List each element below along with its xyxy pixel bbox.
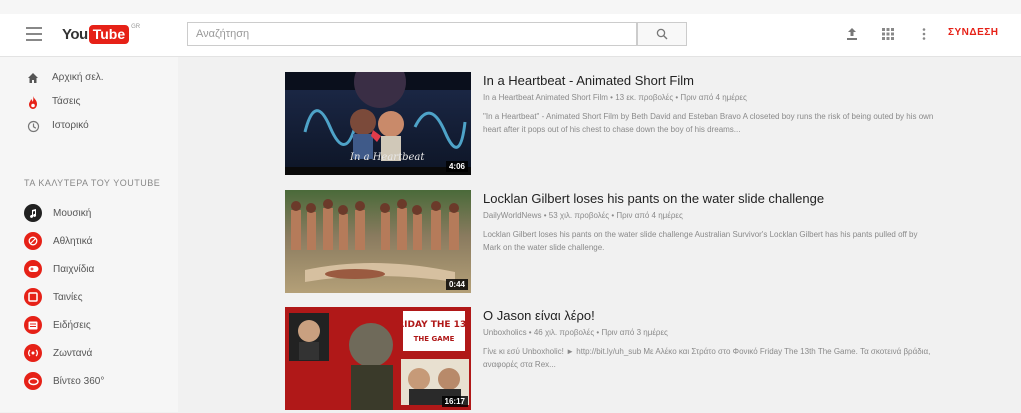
sidebar: Αρχική σελ. Τάσεις Ιστορικό ΤΑ ΚΑΛΥΤΕΡΑ … bbox=[0, 57, 178, 412]
video-thumbnail[interactable]: 0:44 bbox=[285, 190, 471, 293]
sidebar-item-label: Ταινίες bbox=[53, 292, 83, 303]
video-title[interactable]: Ο Jason είναι λέρο! bbox=[483, 308, 595, 323]
video-title[interactable]: In a Heartbeat - Animated Short Film bbox=[483, 73, 694, 88]
top-header: You Tube GR ΣΥΝΔΕΣΗ bbox=[0, 14, 1021, 57]
sidebar-item-home[interactable]: Αρχική σελ. bbox=[0, 66, 178, 90]
search-button[interactable] bbox=[637, 22, 687, 46]
video-duration: 16:17 bbox=[441, 396, 468, 407]
sidebar-item-label: Ιστορικό bbox=[52, 120, 89, 131]
logo-you-text: You bbox=[62, 25, 88, 43]
video-title[interactable]: Locklan Gilbert loses his pants on the w… bbox=[483, 191, 824, 206]
video-thumbnail[interactable]: In a Heartbeat 4:06 bbox=[285, 72, 471, 175]
logo-tube-text: Tube bbox=[88, 24, 130, 44]
history-icon bbox=[25, 118, 41, 134]
sidebar-item-label: Βίντεο 360° bbox=[53, 376, 105, 387]
sidebar-item-movies[interactable]: Ταινίες bbox=[0, 285, 178, 309]
video-meta: Unboxholics • 46 χιλ. προβολές • Πριν απ… bbox=[483, 328, 668, 337]
sidebar-item-label: Ζωντανά bbox=[53, 348, 93, 359]
more-vertical-icon[interactable] bbox=[916, 26, 932, 42]
video-item: FRIDAY THE 13th THE GAME 16:17 Ο Jason ε… bbox=[285, 307, 945, 413]
svg-text:THE GAME: THE GAME bbox=[414, 335, 455, 343]
sidebar-section-title: ΤΑ ΚΑΛΥΤΕΡΑ ΤΟΥ YOUTUBE bbox=[24, 178, 161, 188]
sidebar-item-label: Αθλητικά bbox=[53, 236, 93, 247]
video-duration: 4:06 bbox=[445, 161, 468, 172]
sidebar-item-label: Παιχνίδια bbox=[53, 264, 95, 275]
thumbnail-image: In a Heartbeat bbox=[285, 72, 471, 175]
sidebar-item-news[interactable]: Ειδήσεις bbox=[0, 313, 178, 337]
search-input[interactable] bbox=[187, 22, 637, 46]
thumbnail-image: FRIDAY THE 13th THE GAME bbox=[285, 307, 471, 410]
sidebar-item-trending[interactable]: Τάσεις bbox=[0, 90, 178, 114]
signin-button[interactable]: ΣΥΝΔΕΣΗ bbox=[948, 27, 998, 38]
video-meta: In a Heartbeat Animated Short Film • 13 … bbox=[483, 93, 747, 102]
thumbnail-image bbox=[285, 190, 471, 293]
sidebar-item-history[interactable]: Ιστορικό bbox=[0, 114, 178, 138]
trending-flame-icon bbox=[25, 94, 41, 110]
hamburger-menu-icon[interactable] bbox=[26, 27, 42, 41]
sidebar-item-label: Αρχική σελ. bbox=[52, 72, 104, 83]
sidebar-item-360-video[interactable]: Βίντεο 360° bbox=[0, 369, 178, 393]
logo-country-code: GR bbox=[131, 24, 141, 30]
live-icon bbox=[24, 344, 42, 362]
home-icon bbox=[25, 70, 41, 86]
news-icon bbox=[24, 316, 42, 334]
video-duration: 0:44 bbox=[445, 279, 468, 290]
video-thumbnail[interactable]: FRIDAY THE 13th THE GAME 16:17 bbox=[285, 307, 471, 410]
gaming-icon bbox=[24, 260, 42, 278]
upload-icon[interactable] bbox=[844, 26, 860, 42]
video-360-icon bbox=[24, 372, 42, 390]
svg-text:FRIDAY THE 13th: FRIDAY THE 13th bbox=[391, 320, 471, 330]
video-description: Locklan Gilbert loses his pants on the w… bbox=[483, 230, 918, 252]
sports-icon bbox=[24, 232, 42, 250]
search-icon bbox=[656, 28, 668, 40]
sidebar-item-gaming[interactable]: Παιχνίδια bbox=[0, 257, 178, 281]
video-meta: DailyWorldNews • 53 χιλ. προβολές • Πριν… bbox=[483, 211, 683, 220]
music-icon bbox=[24, 204, 42, 222]
youtube-logo[interactable]: You Tube GR bbox=[62, 24, 140, 44]
video-description: "In a Heartbeat" - Animated Short Film b… bbox=[483, 112, 934, 134]
video-item: In a Heartbeat 4:06 In a Heartbeat - Ani… bbox=[285, 72, 945, 178]
video-item: 0:44 Locklan Gilbert loses his pants on … bbox=[285, 190, 945, 296]
top-strip bbox=[0, 0, 1021, 14]
sidebar-item-label: Ειδήσεις bbox=[53, 320, 91, 331]
sidebar-item-sports[interactable]: Αθλητικά bbox=[0, 229, 178, 253]
sidebar-item-label: Τάσεις bbox=[52, 96, 81, 107]
sidebar-item-live[interactable]: Ζωντανά bbox=[0, 341, 178, 365]
sidebar-item-label: Μουσική bbox=[53, 208, 92, 219]
apps-grid-icon[interactable] bbox=[880, 26, 896, 42]
movies-icon bbox=[24, 288, 42, 306]
video-description: Γίνε κι εσύ Unboxholic! ► http://bit.ly/… bbox=[483, 347, 931, 369]
sidebar-item-music[interactable]: Μουσική bbox=[0, 201, 178, 225]
svg-text:In a Heartbeat: In a Heartbeat bbox=[349, 152, 425, 163]
